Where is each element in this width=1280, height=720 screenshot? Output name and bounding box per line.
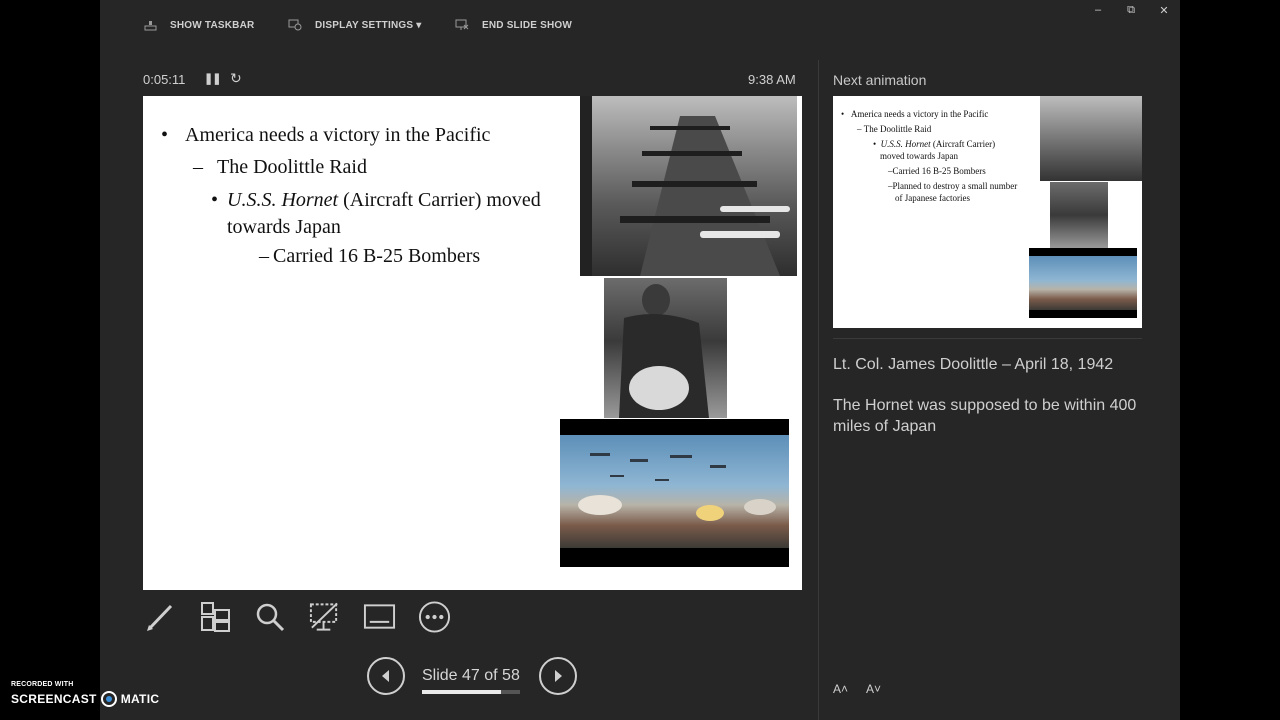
chevron-left-icon bbox=[382, 670, 389, 682]
reset-icon[interactable]: ↻ bbox=[230, 70, 242, 87]
next-movie-still bbox=[1029, 248, 1137, 318]
note-paragraph-1: Lt. Col. James Doolittle – April 18, 194… bbox=[833, 356, 1114, 373]
slide-progress-bar bbox=[422, 690, 520, 694]
more-options-icon[interactable] bbox=[418, 600, 451, 633]
close-button[interactable]: ✕ bbox=[1154, 4, 1174, 17]
end-slide-show-label: END SLIDE SHOW bbox=[482, 19, 573, 31]
note-paragraph-2: The Hornet was supposed to be within 400… bbox=[833, 397, 1137, 435]
decrease-font-icon[interactable]: A˅ bbox=[866, 682, 881, 696]
next-carrier-photo bbox=[1040, 96, 1142, 181]
screencast-watermark: RECORDED WITH SCREENCAST MATIC bbox=[11, 681, 159, 707]
restore-button[interactable]: ⧉ bbox=[1121, 4, 1141, 17]
display-settings-label: DISPLAY SETTINGS ▾ bbox=[315, 19, 422, 31]
show-taskbar-label: SHOW TASKBAR bbox=[170, 19, 255, 31]
pause-icon[interactable]: ❚❚ bbox=[204, 72, 221, 85]
slide-progress-fill bbox=[422, 690, 502, 694]
presenter-toolbar: SHOW TASKBAR DISPLAY SETTINGS ▾ END SLID… bbox=[100, 0, 1180, 52]
increase-font-icon[interactable]: A˄ bbox=[833, 682, 848, 696]
presenter-tools bbox=[143, 600, 451, 633]
end-show-icon bbox=[454, 18, 470, 32]
watermark-top: RECORDED WITH bbox=[11, 681, 74, 688]
next-line-3-cont: moved towards Japan bbox=[880, 151, 958, 161]
letterbox-right bbox=[1180, 0, 1280, 720]
panel-divider bbox=[818, 60, 819, 720]
chevron-right-icon bbox=[555, 670, 562, 682]
next-slide-button[interactable] bbox=[539, 657, 577, 695]
screencast-logo-icon bbox=[100, 691, 117, 707]
next-line-5: –Planned to destroy a small number bbox=[888, 181, 1018, 191]
clock: 9:38 AM bbox=[748, 72, 796, 87]
display-settings-icon bbox=[287, 18, 303, 32]
slides-grid-icon[interactable] bbox=[198, 600, 231, 633]
carrier-deck-photo bbox=[580, 96, 797, 276]
next-line-1: • America needs a victory in the Pacific bbox=[841, 109, 989, 119]
minimize-button[interactable]: – bbox=[1088, 4, 1108, 16]
pen-icon[interactable] bbox=[143, 600, 176, 633]
bullet-2-text: The Doolittle Raid bbox=[217, 156, 367, 178]
bullet-3-italic: U.S.S. Hornet bbox=[227, 189, 339, 211]
notes-divider bbox=[833, 338, 1142, 339]
bombing-movie-still bbox=[560, 419, 789, 567]
elapsed-timer: 0:05:11 bbox=[143, 72, 186, 87]
bullet-4-text: Carried 16 B-25 Bombers bbox=[273, 245, 481, 267]
next-line-3: • U.S.S. Hornet (Aircraft Carrier) bbox=[873, 139, 996, 149]
current-slide[interactable]: • America needs a victory in the Pacific … bbox=[143, 96, 802, 590]
zoom-icon[interactable] bbox=[253, 600, 286, 633]
next-animation-label: Next animation bbox=[833, 72, 927, 88]
next-slide-preview[interactable]: • America needs a victory in the Pacific… bbox=[833, 96, 1142, 328]
bullet-level-4: – Carried 16 B-25 Bombers bbox=[259, 245, 481, 267]
presenter-view: SHOW TASKBAR DISPLAY SETTINGS ▾ END SLID… bbox=[100, 0, 1180, 720]
bullet-level-2: – The Doolittle Raid bbox=[193, 156, 367, 178]
movie-frame bbox=[560, 435, 789, 548]
previous-slide-button[interactable] bbox=[367, 657, 405, 695]
next-line-2: – The Doolittle Raid bbox=[857, 124, 932, 134]
next-line-4: –Carried 16 B-25 Bombers bbox=[888, 166, 986, 176]
notes-font-controls: A˄ A˅ bbox=[833, 682, 881, 696]
next-doolittle-photo bbox=[1050, 182, 1108, 248]
end-slide-show-button[interactable]: END SLIDE SHOW bbox=[454, 18, 572, 32]
taskbar-icon bbox=[142, 18, 158, 32]
bullet-level-1: • America needs a victory in the Pacific bbox=[161, 124, 491, 146]
next-line-5-cont: of Japanese factories bbox=[895, 193, 970, 203]
black-screen-icon[interactable] bbox=[308, 600, 341, 633]
letterbox-left bbox=[0, 0, 100, 720]
bullet-1-text: America needs a victory in the Pacific bbox=[185, 124, 491, 146]
display-settings-button[interactable]: DISPLAY SETTINGS ▾ bbox=[287, 18, 421, 32]
show-taskbar-button[interactable]: SHOW TASKBAR bbox=[142, 18, 254, 32]
subtitles-icon[interactable] bbox=[363, 600, 396, 633]
doolittle-photo bbox=[604, 278, 727, 418]
bullet-level-3: • U.S.S. Hornet (Aircraft Carrier) moved … bbox=[211, 189, 541, 238]
watermark-logo: SCREENCAST MATIC bbox=[11, 691, 160, 707]
speaker-notes[interactable]: Lt. Col. James Doolittle – April 18, 194… bbox=[833, 354, 1153, 457]
slide-counter[interactable]: Slide 47 of 58 bbox=[422, 667, 520, 685]
